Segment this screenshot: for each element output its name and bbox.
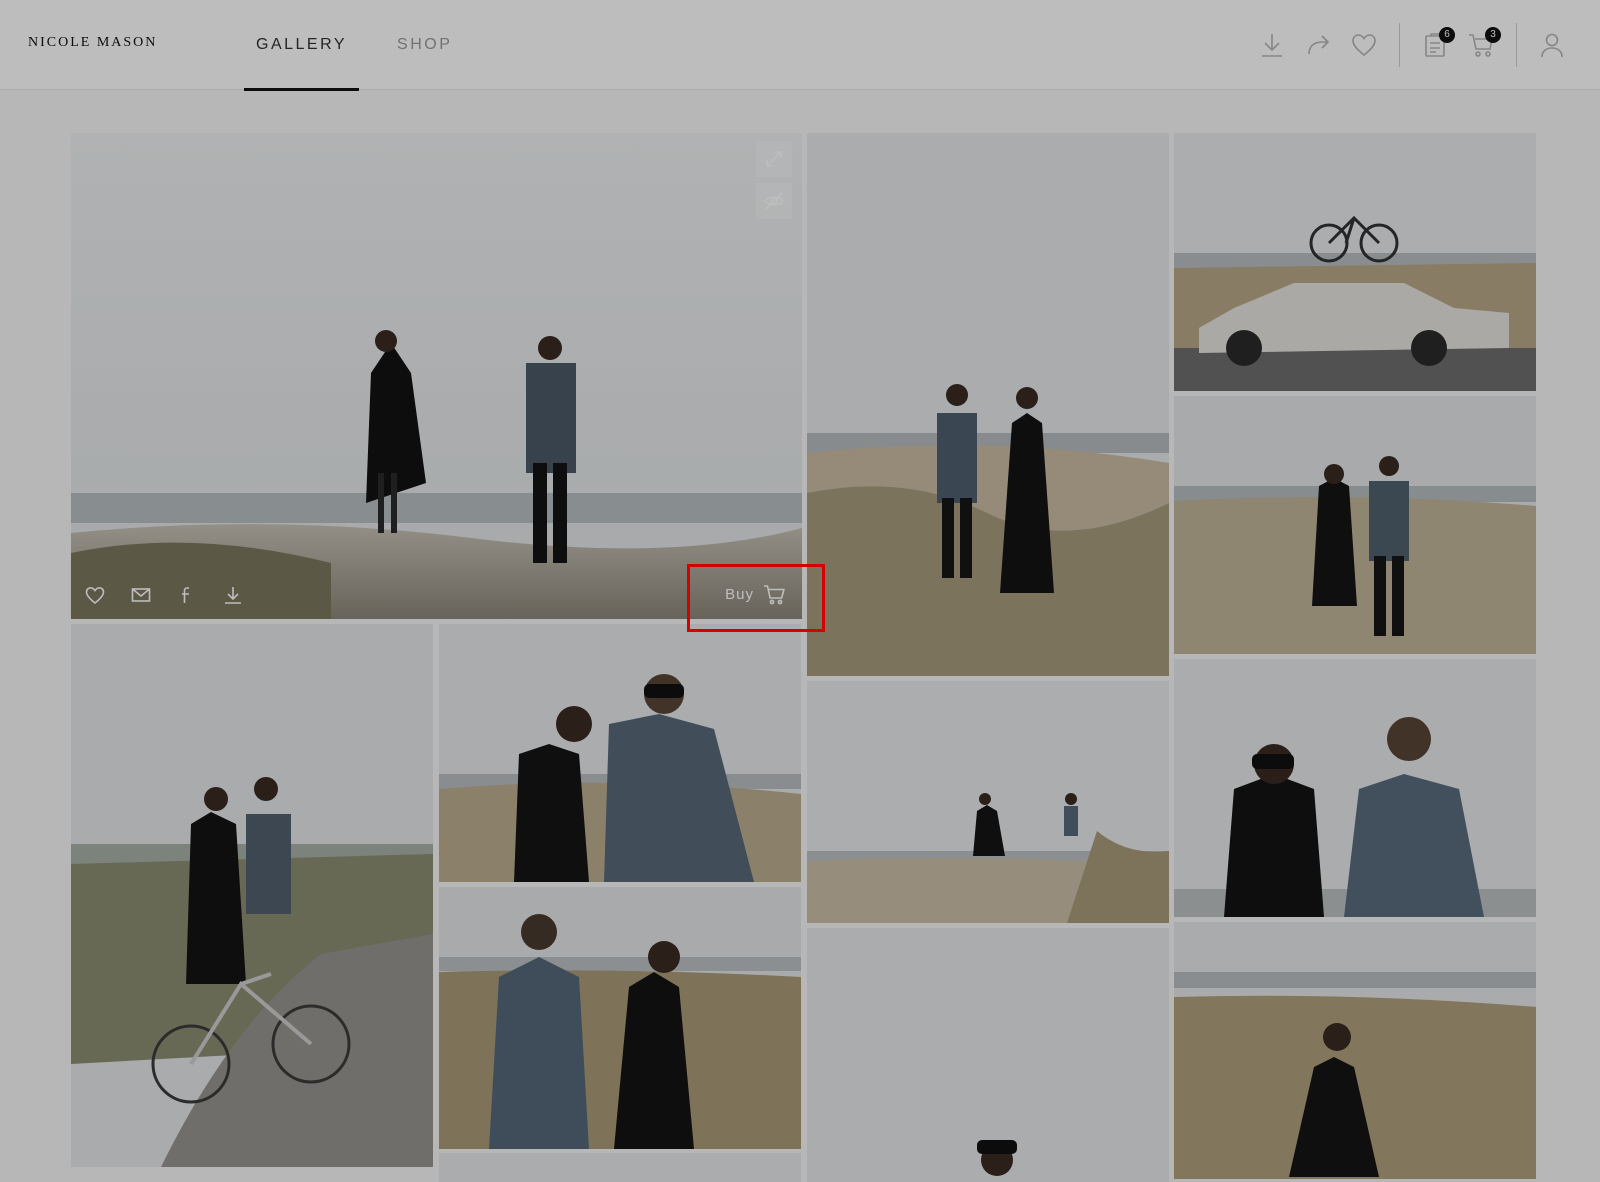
gallery-photo[interactable] (807, 928, 1169, 1182)
photo-image (439, 887, 801, 1149)
photo-image (1174, 396, 1536, 654)
gallery-photo[interactable] (439, 1153, 801, 1182)
email-icon (131, 588, 151, 602)
cart-icon (764, 585, 785, 605)
share-button[interactable] (1296, 23, 1340, 67)
header-separator (1399, 23, 1400, 67)
buy-button[interactable]: Buy (721, 579, 792, 609)
photo-image (439, 624, 801, 882)
gallery-photo[interactable] (1174, 396, 1536, 654)
gallery-photo[interactable] (807, 133, 1169, 676)
main-nav: GALLERY SHOP (243, 0, 458, 91)
facebook-share-button[interactable] (175, 583, 199, 607)
gallery-photo[interactable] (1174, 659, 1536, 917)
user-icon (1541, 33, 1563, 58)
header-actions: 6 3 (1249, 0, 1600, 90)
download-icon (1262, 34, 1282, 57)
gallery-photo[interactable] (439, 624, 801, 882)
download-photo-button[interactable] (221, 583, 245, 607)
brand-logo[interactable]: NICOLE MASON (28, 35, 157, 51)
account-button[interactable] (1530, 23, 1574, 67)
cart-count-badge: 3 (1485, 27, 1501, 43)
photo-image (71, 133, 802, 619)
photo-image (1174, 133, 1536, 391)
photo-image (1174, 659, 1536, 917)
share-icon (1308, 35, 1330, 55)
photo-image (71, 624, 433, 1167)
gallery-photo[interactable] (71, 624, 433, 1167)
download-all-button[interactable] (1250, 23, 1294, 67)
gallery-photo[interactable] (1174, 133, 1536, 391)
cart-button[interactable]: 3 (1459, 23, 1503, 67)
clipboard-count-badge: 6 (1439, 27, 1455, 43)
photo-image (807, 681, 1169, 923)
gallery-photo[interactable] (439, 887, 801, 1149)
photo-image (1174, 922, 1536, 1179)
photo-image (807, 133, 1169, 676)
facebook-icon (182, 587, 189, 603)
download-icon (225, 587, 241, 604)
top-header: NICOLE MASON GALLERY SHOP 6 3 (0, 0, 1600, 91)
eye-hide-icon (764, 192, 784, 210)
favorites-button[interactable] (1342, 23, 1386, 67)
photo-image (807, 928, 1169, 1182)
favorite-photo-button[interactable] (83, 583, 107, 607)
tab-gallery[interactable]: GALLERY (243, 0, 360, 91)
gallery-photo[interactable] (1174, 922, 1536, 1179)
photo-action-bar (83, 583, 245, 607)
expand-icon (766, 151, 782, 167)
heart-icon (1352, 34, 1376, 57)
expand-button[interactable] (756, 141, 792, 177)
email-photo-button[interactable] (129, 583, 153, 607)
gallery-photo-featured[interactable]: Buy (71, 133, 802, 619)
tab-shop[interactable]: SHOP (391, 0, 458, 90)
gallery-photo[interactable] (807, 681, 1169, 923)
buy-label: Buy (725, 585, 754, 603)
hide-photo-button[interactable] (756, 183, 792, 219)
heart-icon (85, 586, 105, 605)
photo-image (439, 1153, 801, 1182)
header-separator (1516, 23, 1517, 67)
clipboard-button[interactable]: 6 (1413, 23, 1457, 67)
